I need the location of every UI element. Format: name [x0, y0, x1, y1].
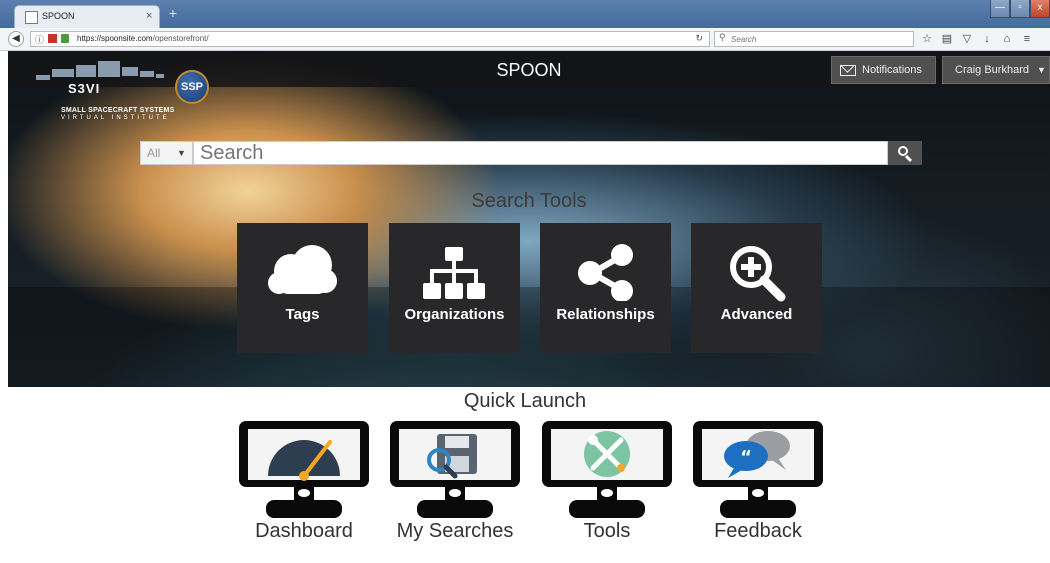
organizations-tool-tile[interactable]: Organizations [389, 223, 520, 353]
back-arrow-icon[interactable]: ◀ [8, 31, 24, 47]
share-icon [578, 244, 633, 301]
logo-subtitle-line1: SMALL SPACECRAFT SYSTEMS [61, 107, 175, 114]
search-tools-heading: Search Tools [471, 190, 587, 212]
new-tab-button[interactable]: + [165, 6, 181, 21]
zoom-plus-icon [730, 246, 786, 302]
search-icon: ⚲ [719, 32, 726, 42]
feedback-launch-item[interactable]: “ Feedback [692, 420, 824, 545]
lock-icon [61, 34, 69, 43]
search-category-value: All [147, 146, 161, 160]
logo-subtitle-line2: VIRTUAL INSTITUTE [61, 115, 170, 121]
browser-toolbar: ◀ ⓘ https://spoonsite.com/openstorefront… [0, 28, 1050, 51]
address-bar[interactable]: ⓘ https://spoonsite.com/openstorefront/ … [30, 31, 710, 47]
browser-search-box[interactable]: ⚲ [714, 31, 914, 47]
svg-text:“: “ [740, 447, 752, 468]
user-name: Craig Burkhard [955, 64, 1029, 76]
downloads-icon[interactable]: ↓ [980, 32, 994, 46]
chevron-down-icon: ▼ [177, 148, 186, 158]
hero-banner: S3VI SMALL SPACECRAFT SYSTEMS VIRTUAL IN… [8, 51, 1050, 387]
org-chart-icon [423, 247, 485, 299]
relationships-tool-tile[interactable]: Relationships [540, 223, 671, 353]
notifications-label: Notifications [862, 64, 922, 76]
site-info-icon[interactable]: ⓘ [35, 33, 44, 46]
bookmark-star-icon[interactable]: ☆ [920, 32, 934, 46]
saved-search-icon [390, 421, 520, 518]
window-minimize-button[interactable]: — [990, 0, 1010, 18]
url-host: https://spoonsite.com [77, 34, 153, 43]
notifications-button[interactable]: Notifications [831, 56, 936, 84]
window-maximize-button[interactable]: ▫ [1010, 0, 1030, 18]
browser-tab-title: SPOON [42, 11, 75, 21]
tags-tool-tile[interactable]: Tags [237, 223, 368, 353]
reading-list-icon[interactable]: ▤ [940, 32, 954, 46]
tags-tool-label: Tags [285, 306, 320, 323]
reload-icon[interactable]: ↻ [695, 33, 703, 44]
envelope-icon [840, 65, 856, 76]
search-button[interactable] [888, 141, 922, 165]
chevron-down-icon: ▼ [1037, 65, 1046, 75]
quick-launch-heading: Quick Launch [463, 390, 587, 412]
permissions-icon[interactable] [48, 34, 57, 43]
url-path: /openstorefront/ [152, 34, 209, 43]
pocket-icon[interactable]: ▽ [960, 32, 974, 46]
tools-icon [542, 421, 672, 518]
my-searches-launch-item[interactable]: My Searches [389, 420, 521, 545]
cloud-icon [268, 245, 337, 294]
page-favicon-icon [25, 11, 38, 24]
relationships-tool-label: Relationships [556, 306, 655, 323]
feedback-bubbles-icon: “ [693, 421, 823, 518]
search-category-select[interactable]: All ▼ [140, 141, 193, 165]
hero-lower-band [8, 287, 1050, 387]
address-url: https://spoonsite.com/openstorefront/ [77, 34, 209, 43]
dashboard-launch-item[interactable]: Dashboard [238, 420, 370, 545]
advanced-tool-tile[interactable]: Advanced [691, 223, 822, 353]
dashboard-gauge-icon [239, 421, 369, 518]
feedback-launch-label: Feedback [714, 520, 802, 542]
browser-search-input[interactable] [731, 33, 901, 45]
menu-icon[interactable]: ≡ [1020, 32, 1034, 46]
home-icon[interactable]: ⌂ [1000, 32, 1014, 46]
search-input[interactable] [193, 141, 888, 165]
user-menu-button[interactable]: Craig Burkhard ▼ [942, 56, 1050, 84]
close-tab-icon[interactable]: × [146, 10, 152, 22]
browser-tab-strip: SPOON × + — ▫ x [0, 0, 1050, 28]
advanced-tool-label: Advanced [720, 306, 793, 323]
browser-tab[interactable]: SPOON × [14, 5, 160, 28]
organizations-tool-label: Organizations [404, 306, 505, 323]
tools-launch-item[interactable]: Tools [541, 420, 673, 545]
site-search-bar: All ▼ [140, 141, 922, 165]
window-close-button[interactable]: x [1030, 0, 1050, 18]
